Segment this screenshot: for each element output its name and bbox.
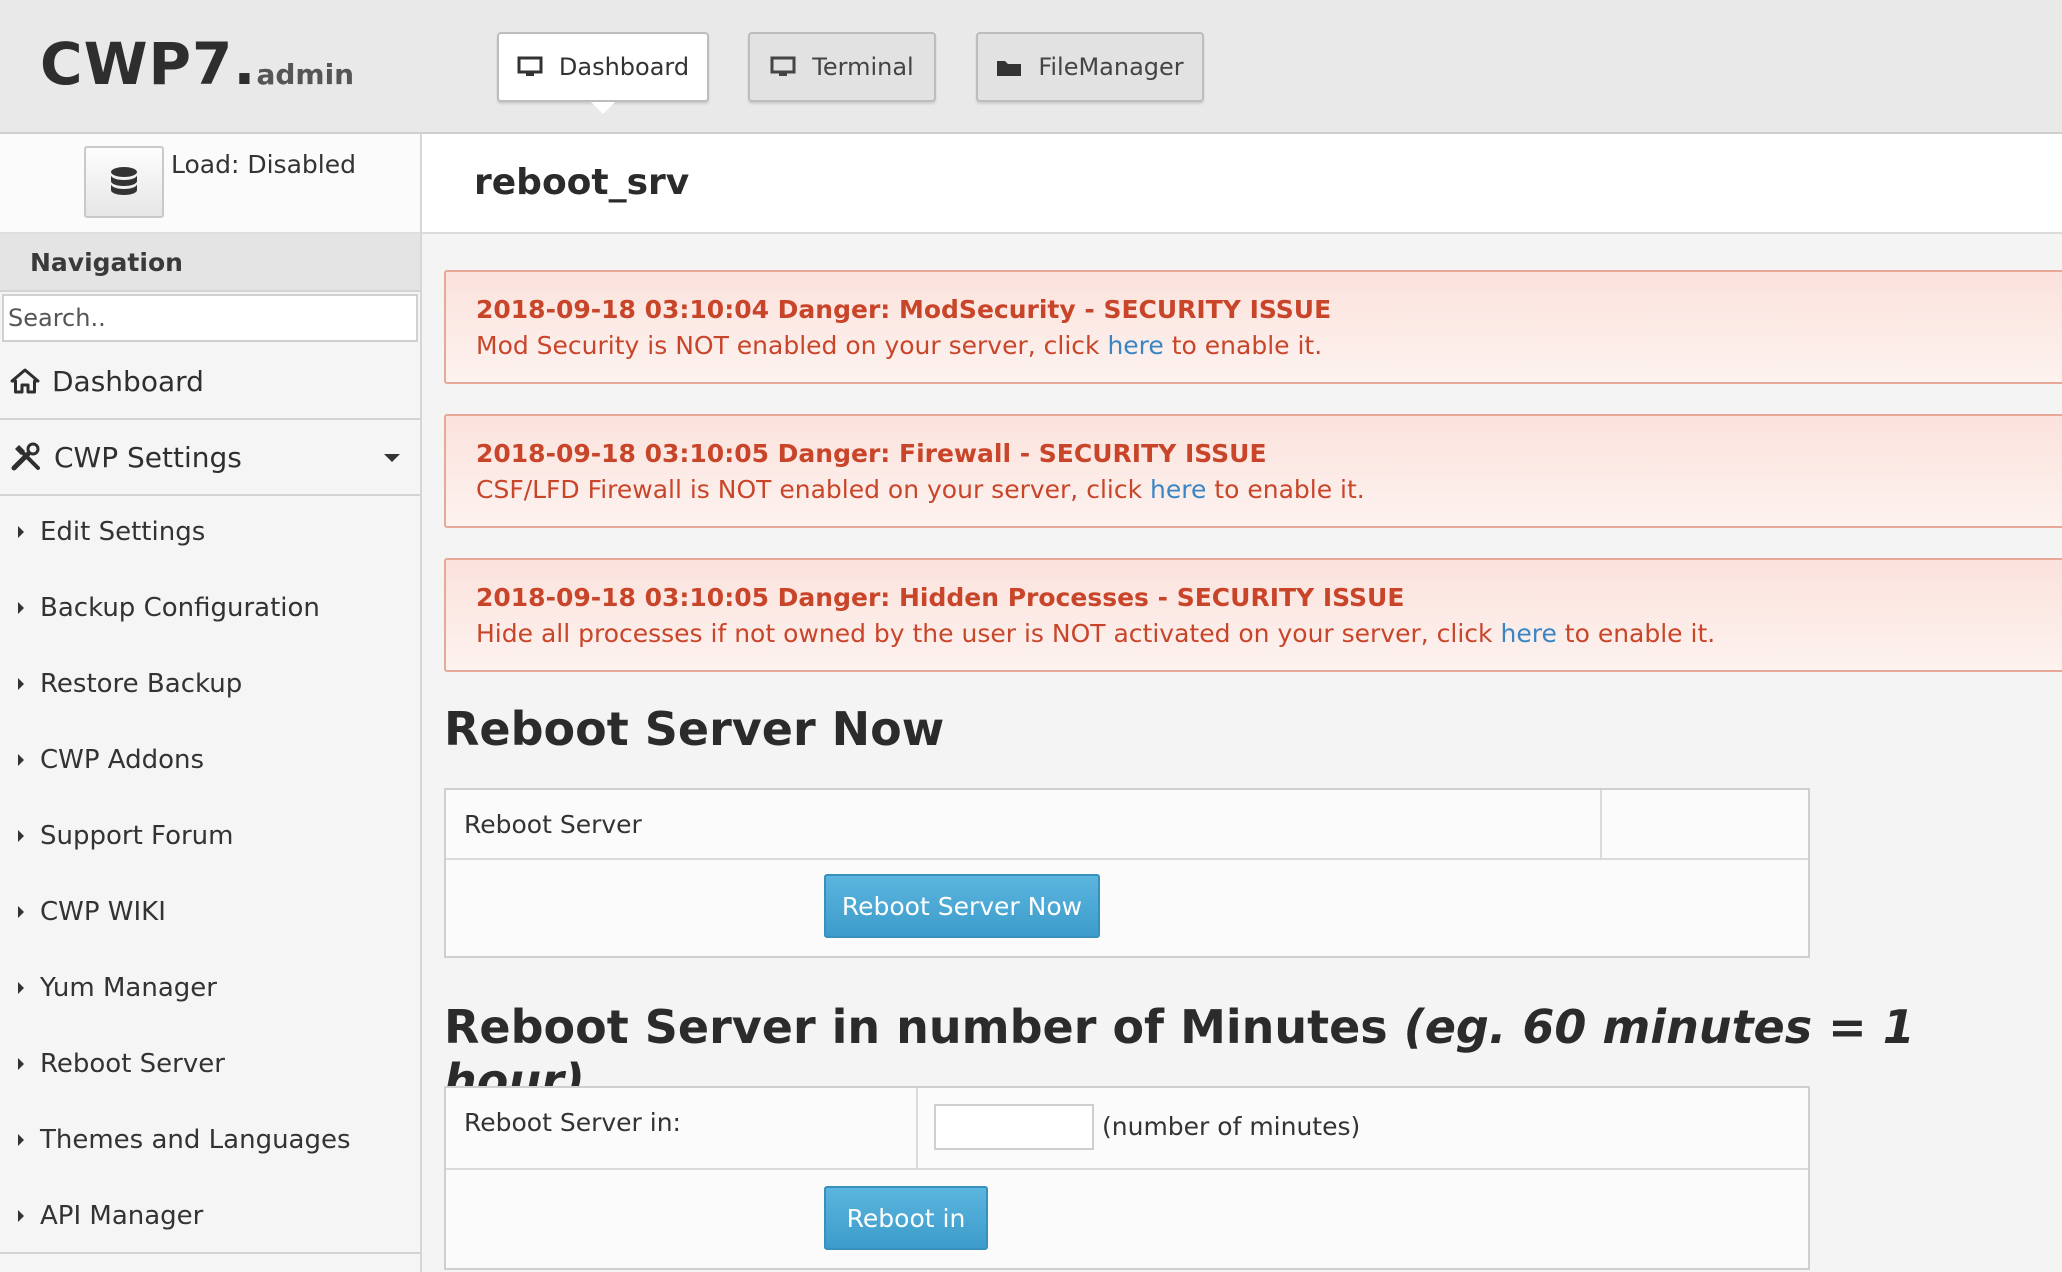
load-button[interactable] [84, 146, 164, 218]
monitor-icon [770, 56, 796, 76]
enable-modsecurity-link[interactable]: here [1107, 331, 1163, 360]
caret-right-icon [18, 602, 24, 614]
load-box: Load: Disabled [0, 134, 420, 234]
sidebar-item-label: Reboot Server [40, 1049, 225, 1079]
sidebar-item-label: Themes and Languages [40, 1125, 351, 1155]
alert-hidden-processes: 2018-09-18 03:10:05 Danger: Hidden Proce… [444, 558, 2062, 672]
enable-firewall-link[interactable]: here [1150, 475, 1206, 504]
reboot-now-row: Reboot Server [446, 790, 1808, 860]
tab-terminal-label: Terminal [812, 53, 914, 81]
reboot-in-action-row: Reboot in [446, 1170, 1808, 1268]
alert-title: 2018-09-18 03:10:05 Danger: Firewall - S… [476, 439, 1267, 468]
caret-right-icon [18, 678, 24, 690]
search-input[interactable] [2, 294, 418, 342]
home-icon [10, 368, 40, 394]
tab-terminal[interactable]: Terminal [748, 32, 936, 102]
alert-modsecurity: 2018-09-18 03:10:04 Danger: ModSecurity … [444, 270, 2062, 384]
alert-message: Mod Security is NOT enabled on your serv… [476, 331, 1323, 360]
sidebar-item-label: Backup Configuration [40, 593, 320, 623]
alert-title: 2018-09-18 03:10:05 Danger: Hidden Proce… [476, 583, 1405, 612]
sidebar-item-dashboard-label: Dashboard [52, 364, 204, 398]
alert-firewall: 2018-09-18 03:10:05 Danger: Firewall - S… [444, 414, 2062, 528]
caret-right-icon [18, 830, 24, 842]
enable-hidden-processes-link[interactable]: here [1500, 619, 1556, 648]
alert-message: CSF/LFD Firewall is NOT enabled on your … [476, 475, 1365, 504]
sidebar-item-cwp-settings-label: CWP Settings [54, 440, 242, 474]
sidebar-item-backup-configuration[interactable]: Backup Configuration [0, 570, 420, 646]
tab-filemanager-label: FileManager [1038, 53, 1184, 81]
sidebar-item-cwp-settings[interactable]: CWP Settings [0, 420, 420, 496]
caret-right-icon [18, 754, 24, 766]
sidebar-item-label: Yum Manager [40, 973, 217, 1003]
reboot-now-action-row: Reboot Server Now [446, 860, 1808, 956]
tab-dashboard[interactable]: Dashboard [497, 32, 709, 114]
reboot-now-panel: Reboot Server Reboot Server Now [444, 788, 1810, 958]
sidebar-item-api-manager[interactable]: API Manager [0, 1178, 420, 1254]
sidebar-item-label: Restore Backup [40, 669, 243, 699]
sidebar: Load: Disabled Navigation Dashboard CWP … [0, 134, 422, 1272]
reboot-server-now-button[interactable]: Reboot Server Now [824, 874, 1100, 938]
tools-icon [11, 442, 40, 471]
sidebar-divider [0, 1252, 420, 1254]
sidebar-item-dashboard[interactable]: Dashboard [0, 344, 420, 420]
logo: CWP7.admin [40, 30, 354, 98]
caret-right-icon [18, 526, 24, 538]
reboot-server-label: Reboot Server [464, 810, 642, 839]
settings-submenu: Edit Settings Backup Configuration Resto… [0, 494, 420, 1254]
monitor-icon [517, 56, 543, 76]
reboot-in-row: Reboot Server in: (number of minutes) [446, 1088, 1808, 1170]
database-icon [111, 167, 137, 195]
logo-main: CWP7. [40, 30, 257, 98]
sidebar-item-restore-backup[interactable]: Restore Backup [0, 646, 420, 722]
minutes-input[interactable] [934, 1104, 1094, 1150]
sidebar-item-label: CWP Addons [40, 745, 205, 775]
tab-dashboard-label: Dashboard [558, 53, 690, 81]
folder-icon [997, 61, 1022, 76]
top-header: CWP7.admin Dashboard Terminal FileManage… [0, 0, 2062, 134]
alert-message: Hide all processes if not owned by the u… [476, 619, 1716, 648]
caret-right-icon [18, 1210, 24, 1222]
sidebar-item-edit-settings[interactable]: Edit Settings [0, 494, 420, 570]
navigation-title: Navigation [0, 234, 420, 292]
reboot-in-panel: Reboot Server in: (number of minutes) Re… [444, 1086, 1810, 1270]
sidebar-item-reboot-server[interactable]: Reboot Server [0, 1026, 420, 1102]
sidebar-item-label: Edit Settings [40, 517, 206, 547]
page-title-bar: reboot_srv [422, 134, 2062, 234]
load-status: Load: Disabled [171, 150, 356, 179]
caret-right-icon [18, 1058, 24, 1070]
caret-right-icon [18, 906, 24, 918]
sidebar-item-themes-and-languages[interactable]: Themes and Languages [0, 1102, 420, 1178]
tab-filemanager[interactable]: FileManager [976, 32, 1204, 102]
reboot-in-button[interactable]: Reboot in [824, 1186, 988, 1250]
sidebar-item-yum-manager[interactable]: Yum Manager [0, 950, 420, 1026]
sidebar-item-cwp-addons[interactable]: CWP Addons [0, 722, 420, 798]
sidebar-item-support-forum[interactable]: Support Forum [0, 798, 420, 874]
logo-sub: admin [256, 58, 355, 91]
caret-right-icon [18, 982, 24, 994]
sidebar-item-label: Support Forum [40, 821, 234, 851]
minutes-hint: (number of minutes) [1102, 1112, 1361, 1141]
caret-down-icon [384, 454, 400, 462]
sidebar-item-label: API Manager [40, 1201, 204, 1231]
page-title: reboot_srv [474, 162, 690, 203]
sidebar-item-cwp-wiki[interactable]: CWP WIKI [0, 874, 420, 950]
caret-right-icon [18, 1134, 24, 1146]
sidebar-item-label: CWP WIKI [40, 897, 166, 927]
cell-divider [916, 1088, 918, 1168]
cell-divider [1600, 790, 1602, 858]
reboot-server-in-label: Reboot Server in: [464, 1108, 681, 1137]
alert-title: 2018-09-18 03:10:04 Danger: ModSecurity … [476, 295, 1332, 324]
reboot-now-heading: Reboot Server Now [444, 702, 945, 756]
